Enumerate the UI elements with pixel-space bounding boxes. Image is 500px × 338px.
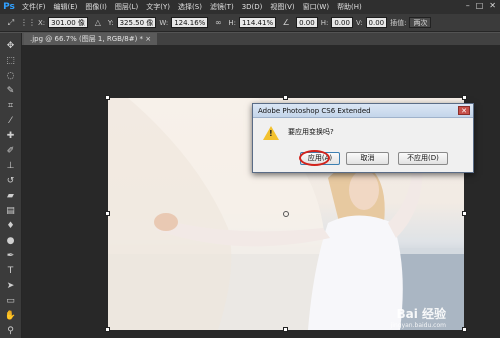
transform-tool-icon: ⤢ bbox=[7, 17, 15, 27]
angle-field[interactable]: 0.00 bbox=[296, 17, 318, 28]
w-label: W: bbox=[159, 18, 169, 27]
shape-icon[interactable]: ▭ bbox=[2, 293, 20, 308]
dodge-icon[interactable]: ● bbox=[2, 233, 20, 248]
zoom-icon[interactable]: ⚲ bbox=[2, 323, 20, 338]
reference-point-icon[interactable]: ⋮⋮ bbox=[20, 17, 36, 29]
path-select-icon[interactable]: ➤ bbox=[2, 278, 20, 293]
brush-icon[interactable]: ✐ bbox=[2, 144, 20, 159]
x-label: X: bbox=[38, 18, 46, 27]
hskew-label: H: bbox=[320, 18, 329, 27]
hand-icon[interactable]: ✋ bbox=[2, 308, 20, 323]
stamp-icon[interactable]: ⊥ bbox=[2, 159, 20, 174]
close-icon[interactable]: ✕ bbox=[489, 1, 496, 10]
transform-handle-right[interactable] bbox=[462, 211, 467, 216]
transform-handle-bottom-left[interactable] bbox=[105, 327, 110, 332]
warning-mark: ! bbox=[269, 129, 273, 138]
transform-handle-top-right[interactable] bbox=[462, 95, 467, 100]
delta-icon[interactable]: △ bbox=[91, 17, 105, 29]
quick-select-icon[interactable]: ✎ bbox=[2, 84, 20, 99]
x-field[interactable]: 301.00 像 bbox=[48, 17, 88, 28]
lasso-icon[interactable]: ◌ bbox=[2, 69, 20, 84]
photoshop-logo: Ps bbox=[3, 2, 15, 12]
type-icon[interactable]: T bbox=[2, 263, 20, 278]
healing-icon[interactable]: ✚ bbox=[2, 129, 20, 144]
menu-bar: Ps 文件(F) 编辑(E) 图像(I) 图层(L) 文字(Y) 选择(S) 滤… bbox=[0, 0, 500, 14]
restore-icon[interactable]: □ bbox=[476, 1, 484, 10]
y-field[interactable]: 325.50 像 bbox=[116, 17, 157, 28]
transform-handle-bottom[interactable] bbox=[283, 327, 288, 332]
vskew-field[interactable]: 0.00 bbox=[365, 17, 388, 28]
angle-icon: ∠ bbox=[282, 18, 290, 27]
interp-label: 插值: bbox=[390, 18, 407, 27]
h-label: H: bbox=[228, 18, 236, 27]
menu-select[interactable]: 选择(S) bbox=[174, 0, 206, 14]
link-icon[interactable]: ∞ bbox=[211, 17, 225, 29]
menu-image[interactable]: 图像(I) bbox=[81, 0, 111, 14]
dialog-body: ! 要应用变换吗? 应用(A) 取消 不应用(D) bbox=[253, 118, 473, 172]
marquee-icon[interactable]: ⬚ bbox=[2, 54, 20, 69]
h-field[interactable]: 114.41% bbox=[238, 17, 277, 28]
eyedropper-icon[interactable]: ⁄ bbox=[2, 114, 20, 129]
dont-apply-button[interactable]: 不应用(D) bbox=[398, 152, 448, 165]
interp-select[interactable]: 两次 bbox=[409, 17, 432, 28]
dialog-close-icon[interactable]: ✕ bbox=[458, 106, 470, 115]
apply-transform-dialog: Adobe Photoshop CS6 Extended ✕ ! 要应用变换吗?… bbox=[252, 103, 474, 173]
transform-handle-bottom-right[interactable] bbox=[462, 327, 467, 332]
document-tab-bar: .jpg @ 66.7% (图层 1, RGB/8#) * × bbox=[24, 33, 500, 45]
history-brush-icon[interactable]: ↺ bbox=[2, 174, 20, 189]
menu-items: 文件(F) 编辑(E) 图像(I) 图层(L) 文字(Y) 选择(S) 滤镜(T… bbox=[18, 0, 366, 14]
tools-panel: ✥ ⬚ ◌ ✎ ⌗ ⁄ ✚ ✐ ⊥ ↺ ▰ ▤ ♦ ● ✒ T ➤ ▭ ✋ ⚲ bbox=[0, 33, 22, 338]
menu-layer[interactable]: 图层(L) bbox=[111, 0, 142, 14]
window-controls: – □ ✕ bbox=[466, 1, 496, 10]
vskew-label: V: bbox=[355, 18, 363, 27]
menu-filter[interactable]: 滤镜(T) bbox=[206, 0, 238, 14]
gradient-icon[interactable]: ▤ bbox=[2, 203, 20, 218]
highlight-circle bbox=[299, 150, 330, 166]
w-field[interactable]: 124.16% bbox=[171, 17, 209, 28]
hskew-field[interactable]: 0.00 bbox=[331, 17, 353, 28]
options-bar: ⤢ ⋮⋮ X: 301.00 像 △ Y: 325.50 像 W: 124.16… bbox=[0, 14, 500, 32]
menu-window[interactable]: 窗口(W) bbox=[299, 0, 333, 14]
crop-icon[interactable]: ⌗ bbox=[2, 99, 20, 114]
transform-handle-left[interactable] bbox=[105, 211, 110, 216]
menu-type[interactable]: 文字(Y) bbox=[142, 0, 174, 14]
menu-file[interactable]: 文件(F) bbox=[18, 0, 50, 14]
blur-icon[interactable]: ♦ bbox=[2, 218, 20, 233]
dialog-message: 要应用变换吗? bbox=[288, 128, 334, 136]
menu-3d[interactable]: 3D(D) bbox=[238, 0, 267, 14]
cancel-button[interactable]: 取消 bbox=[346, 152, 389, 165]
document-tab[interactable]: .jpg @ 66.7% (图层 1, RGB/8#) * × bbox=[24, 33, 158, 45]
eraser-icon[interactable]: ▰ bbox=[2, 189, 20, 204]
y-label: Y: bbox=[107, 18, 114, 27]
minimize-icon[interactable]: – bbox=[466, 1, 470, 10]
pen-icon[interactable]: ✒ bbox=[2, 248, 20, 263]
menu-view[interactable]: 视图(V) bbox=[266, 0, 298, 14]
transform-handle-top[interactable] bbox=[283, 95, 288, 100]
dialog-title: Adobe Photoshop CS6 Extended bbox=[253, 104, 473, 118]
transform-handle-top-left[interactable] bbox=[105, 95, 110, 100]
move-icon[interactable]: ✥ bbox=[2, 39, 20, 54]
menu-edit[interactable]: 编辑(E) bbox=[50, 0, 82, 14]
menu-help[interactable]: 帮助(H) bbox=[333, 0, 366, 14]
